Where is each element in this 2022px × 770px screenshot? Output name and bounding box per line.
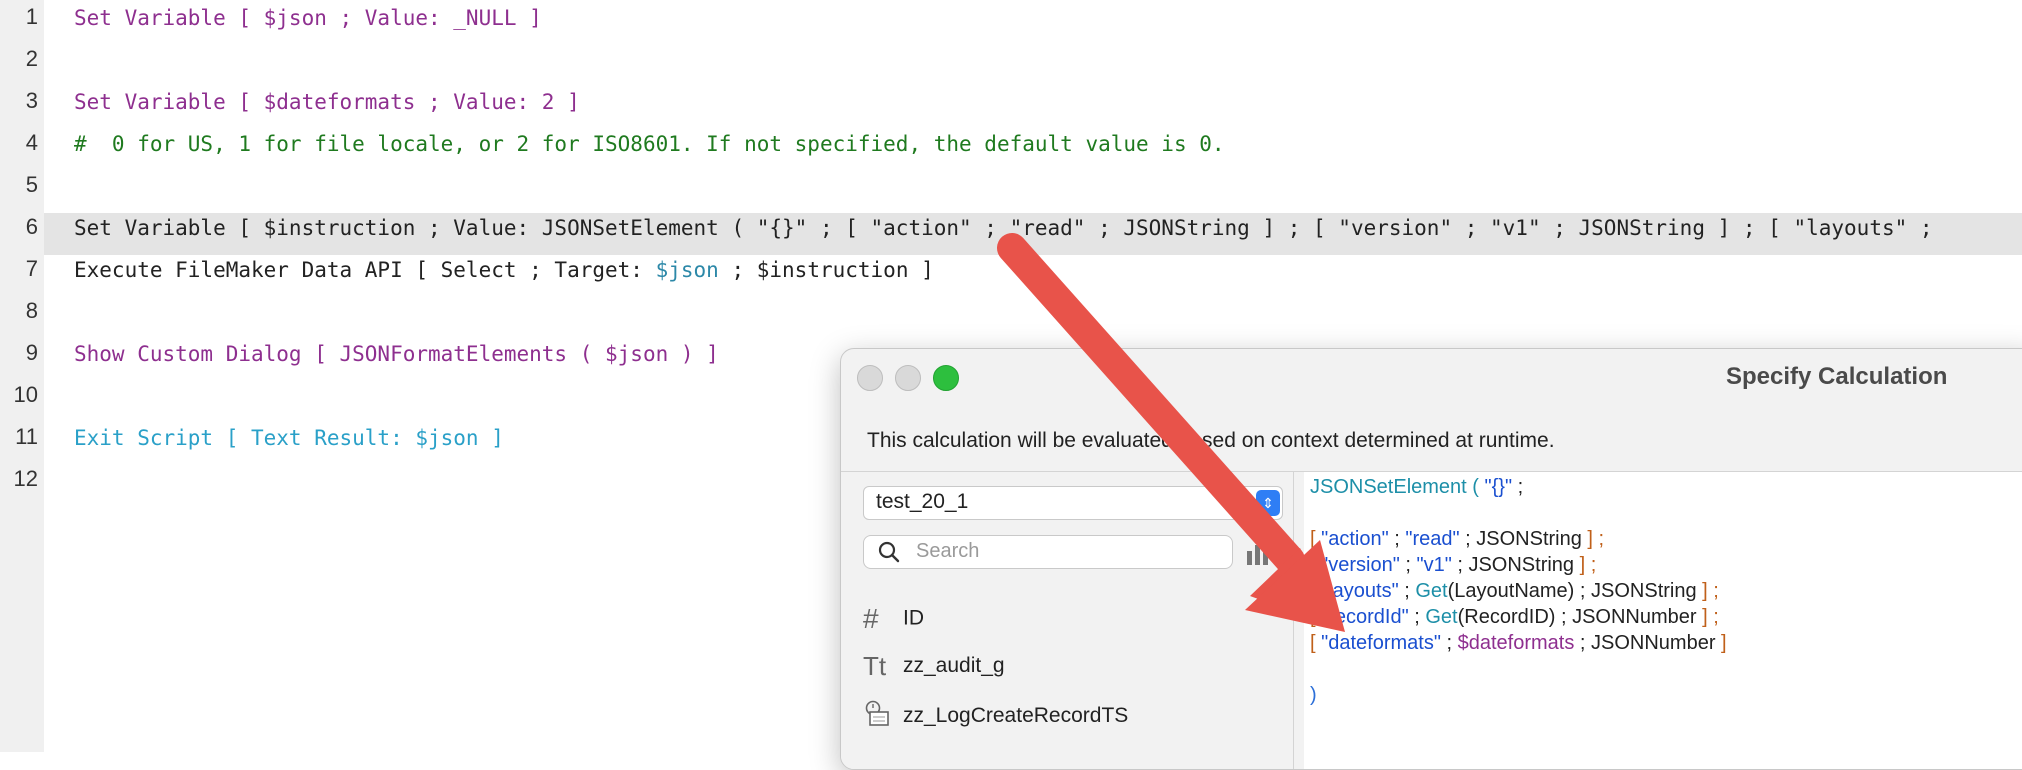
timestamp-field-icon <box>863 699 893 734</box>
field-name: ID <box>903 606 924 630</box>
code-line-3: [ "action" ; "read" ; JSONString ] ; <box>1310 526 1604 552</box>
script-comment-line-4[interactable]: # 0 for US, 1 for file locale, or 2 for … <box>74 130 1225 158</box>
code-token: JSONSetElement ( <box>1310 476 1485 498</box>
field-item-zz-logcreaterecordts[interactable]: zz_LogCreateRecordTS <box>863 699 1128 734</box>
line-number: 9 <box>25 340 38 365</box>
minimize-window-button[interactable] <box>895 365 921 391</box>
code-token: ; <box>1399 554 1417 576</box>
code-token: [ <box>1310 528 1322 550</box>
line-7-text-end: ; $instruction ] <box>718 258 934 282</box>
line-number: 3 <box>25 88 38 113</box>
code-line-5: [ "layouts" ; Get(LayoutName) ; JSONStri… <box>1310 578 1719 604</box>
script-step-line-6[interactable]: Set Variable [ $instruction ; Value: JSO… <box>74 214 1933 242</box>
search-icon <box>878 541 900 563</box>
line-number: 2 <box>25 46 38 71</box>
code-token: ; JSONNumber <box>1555 606 1703 628</box>
close-window-button[interactable] <box>857 365 883 391</box>
code-token: (LayoutName) <box>1447 580 1575 602</box>
script-step-line-3[interactable]: Set Variable [ $dateformats ; Value: 2 ] <box>74 88 580 116</box>
code-token: ] ; <box>1579 554 1597 576</box>
code-token: $dateformats <box>1457 632 1575 654</box>
code-token: ; <box>1408 606 1426 628</box>
dialog-title: Specify Calculation <box>1726 363 1948 390</box>
specify-calculation-dialog: Specify Calculation This calculation wil… <box>840 348 2022 770</box>
line-number: 11 <box>15 424 38 449</box>
code-token: [ <box>1310 554 1322 576</box>
code-line-6: [ "recordId" ; Get(RecordID) ; JSONNumbe… <box>1310 604 1719 630</box>
code-token: "action" <box>1321 528 1389 550</box>
line-number: 10 <box>13 382 38 407</box>
code-token: "{}" <box>1484 476 1513 498</box>
code-line-9: ) <box>1310 684 1317 706</box>
line-number: 8 <box>25 298 38 323</box>
code-token: ; JSONString <box>1451 554 1580 576</box>
chevron-updown-icon: ⇕ <box>1256 490 1280 516</box>
code-token: [ <box>1310 606 1322 628</box>
code-token: ; JSONString <box>1574 580 1703 602</box>
code-token: "dateformats" <box>1321 632 1441 654</box>
code-token: ; JSONNumber <box>1574 632 1722 654</box>
number-field-icon: # <box>863 603 879 634</box>
code-token: "v1" <box>1416 554 1452 576</box>
table-occurrence-select[interactable]: test_20_1 ⇕ <box>863 486 1283 520</box>
code-line-4: [ "version" ; "v1" ; JSONString ] ; <box>1310 552 1596 578</box>
code-token: "version" <box>1321 554 1400 576</box>
code-token: Get <box>1425 606 1458 628</box>
code-token: Get <box>1415 580 1448 602</box>
code-token: ; JSONString <box>1459 528 1588 550</box>
script-step-line-9[interactable]: Show Custom Dialog [ JSONFormatElements … <box>74 340 719 368</box>
dialog-description: This calculation will be evaluated based… <box>867 429 1555 452</box>
code-token: "layouts" <box>1321 580 1399 602</box>
code-token: ; <box>1388 528 1406 550</box>
code-token: "recordId" <box>1321 606 1409 628</box>
calculation-editor[interactable]: JSONSetElement ( "{}" ; [ "action" ; "re… <box>1304 472 2022 769</box>
field-search-input[interactable]: Search <box>863 535 1233 569</box>
code-token: ; <box>1398 580 1416 602</box>
code-token: ] ; <box>1702 580 1719 602</box>
line-number: 5 <box>25 172 38 197</box>
line-number: 4 <box>25 130 38 155</box>
line-7-text: Execute FileMaker Data API [ Select ; Ta… <box>74 258 656 282</box>
code-line-1: JSONSetElement ( "{}" ; <box>1310 474 1523 500</box>
code-line-7: [ "dateformats" ; $dateformats ; JSONNum… <box>1310 630 1727 656</box>
field-name: zz_LogCreateRecordTS <box>903 704 1129 728</box>
field-item-zz-audit-g[interactable]: Tt zz_audit_g <box>863 651 1005 682</box>
field-view-options-icon[interactable] <box>1245 541 1275 565</box>
line-number: 1 <box>25 4 38 29</box>
script-step-line-11[interactable]: Exit Script [ Text Result: $json ] <box>74 424 504 452</box>
code-token: ; <box>1440 632 1458 654</box>
script-step-line-7[interactable]: Execute FileMaker Data API [ Select ; Ta… <box>74 256 934 284</box>
field-name: zz_audit_g <box>903 654 1005 678</box>
code-token: ] <box>1721 632 1727 654</box>
zoom-window-button[interactable] <box>933 365 959 391</box>
line-number: 7 <box>25 256 38 281</box>
code-token: [ <box>1310 632 1322 654</box>
line-number: 12 <box>13 466 38 491</box>
script-step-line-1[interactable]: Set Variable [ $json ; Value: _NULL ] <box>74 4 542 32</box>
text-field-icon: Tt <box>863 651 887 681</box>
code-token: ; <box>1512 476 1524 498</box>
line-number: 6 <box>25 214 38 239</box>
table-occurrence-value: test_20_1 <box>876 490 969 513</box>
code-token: ] ; <box>1587 528 1605 550</box>
code-token: ] ; <box>1702 606 1719 628</box>
code-token: "read" <box>1405 528 1460 550</box>
field-item-id[interactable]: # ID <box>863 603 924 635</box>
code-token: (RecordID) <box>1457 606 1556 628</box>
search-placeholder: Search <box>916 540 980 562</box>
dialog-titlebar: Specify Calculation <box>841 349 2022 405</box>
code-token: [ <box>1310 580 1322 602</box>
line-7-target-var: $json <box>655 258 719 282</box>
